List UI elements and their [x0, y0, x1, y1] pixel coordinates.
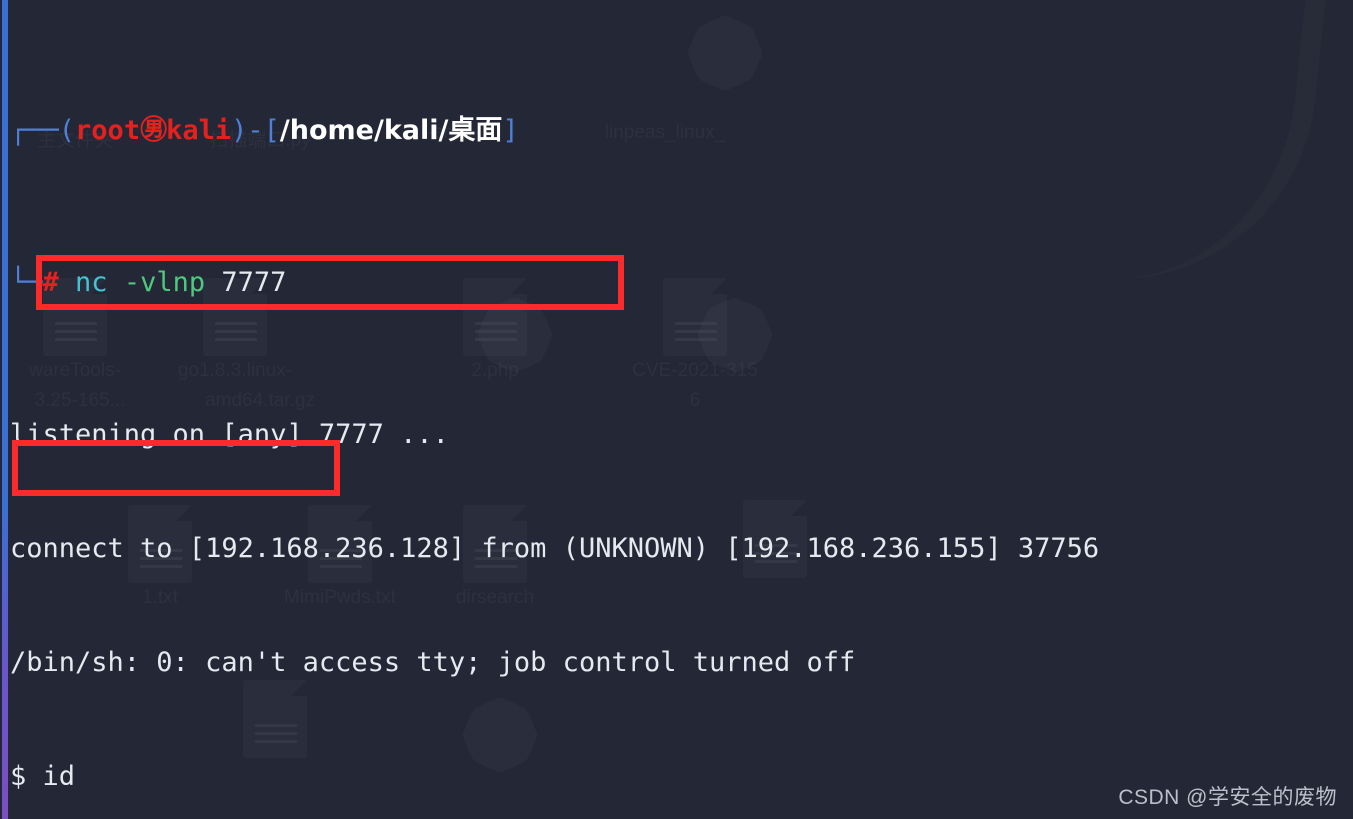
kali-glyph-icon: ㊚	[140, 115, 168, 146]
command-name: nc	[75, 267, 108, 298]
prompt-path: /home/kali/桌面	[279, 115, 503, 146]
prompt-user: root	[75, 115, 141, 146]
command-arg: 7777	[221, 267, 287, 298]
prompt-dash: -	[247, 115, 264, 146]
prompt-bracket-open: [	[263, 115, 280, 146]
terminal-window: wareTools- 3.25-165... go1.8.3.linux- am…	[0, 0, 1353, 819]
prompt-corner: ┌──	[10, 115, 59, 146]
prompt-corner-2: └─	[10, 267, 43, 298]
csdn-watermark: CSDN @学安全的废物	[1118, 786, 1337, 809]
command-flags: -vlnp	[123, 267, 206, 298]
prompt-bracket-close: ]	[502, 115, 519, 146]
prompt-line-2: └─# nc -vlnp 7777	[10, 264, 1353, 302]
terminal-output[interactable]: ┌──(root㊚kali)-[/home/kali/桌面] └─# nc -v…	[10, 0, 1353, 819]
prompt-open-paren: (	[58, 115, 76, 146]
prompt-line-1: ┌──(root㊚kali)-[/home/kali/桌面]	[10, 112, 1353, 150]
prompt-hash: #	[42, 267, 59, 298]
output-tty-warning: /bin/sh: 0: can't access tty; job contro…	[10, 647, 856, 678]
window-edge-stripe	[0, 0, 8, 819]
prompt-close-paren: )	[231, 115, 248, 146]
prompt-host: kali	[166, 115, 232, 146]
output-listening: listening on [any] 7777 ...	[10, 419, 449, 450]
output-connect: connect to [192.168.236.128] from (UNKNO…	[10, 533, 1100, 564]
